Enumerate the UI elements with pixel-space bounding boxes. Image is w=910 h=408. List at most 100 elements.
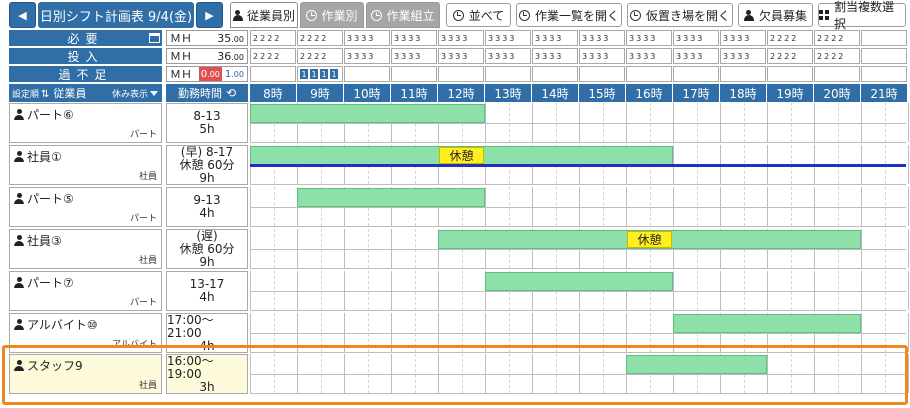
timeline-row[interactable] — [250, 187, 909, 227]
shift-time-cell[interactable]: 13-17 4h — [166, 271, 248, 311]
sort-order-toggle[interactable]: 設定順 ⇅ — [12, 87, 51, 100]
shift-time-cell[interactable]: 16:00～19:00 3h — [166, 354, 248, 394]
shift-time-cell[interactable]: 8-13 5h — [166, 103, 248, 143]
break-block[interactable]: 休憩 — [439, 147, 484, 164]
employee-cell[interactable]: パート⑤ パート — [9, 187, 162, 227]
count-value: 3 — [361, 51, 367, 61]
diff-cell — [391, 66, 437, 82]
diff-cell — [532, 66, 578, 82]
shift-bar[interactable] — [297, 188, 485, 207]
timeline-row[interactable] — [250, 271, 909, 311]
count-value: 2 — [274, 51, 280, 61]
count-value: 2 — [770, 51, 776, 61]
count-value: 2 — [267, 51, 273, 61]
sort-icon: ⇅ — [41, 88, 50, 100]
employee-cell[interactable]: 社員① 社員 — [9, 145, 162, 185]
employee-cell[interactable]: 社員③ 社員 — [9, 229, 162, 269]
count-value: 2 — [824, 51, 830, 61]
grid-line — [908, 313, 909, 352]
break-display-toggle[interactable]: 休み表示 — [112, 87, 158, 100]
shift-time-cell[interactable]: 9-13 4h — [166, 187, 248, 227]
required-cell: 3333 — [626, 30, 672, 46]
clock-icon — [452, 9, 464, 21]
vacancy-recruit-button[interactable]: 欠員募集 — [738, 3, 813, 27]
count-value: 3 — [582, 51, 588, 61]
triangle-left-icon: ◀ — [18, 8, 27, 22]
multi-assign-select-button[interactable]: 割当複数選択 — [818, 0, 906, 31]
hour-header: 8時 — [250, 84, 297, 102]
open-task-list-button[interactable]: 作業一覧を開く — [516, 3, 622, 27]
timeline-row[interactable]: 休憩 — [250, 145, 909, 185]
shift-bar[interactable] — [250, 104, 485, 123]
count-value: 3 — [448, 33, 454, 43]
shift-bar[interactable] — [673, 314, 861, 333]
required-cell — [861, 30, 907, 46]
hour-header: 15時 — [579, 84, 626, 102]
triangle-right-icon: ▶ — [205, 8, 214, 22]
grid-line — [908, 145, 909, 184]
chevron-down-icon — [150, 90, 158, 96]
count-value: 3 — [509, 33, 515, 43]
input-cell: 2222 — [297, 48, 343, 64]
surplus-value: 1.00 — [224, 68, 244, 80]
count-value: 3 — [650, 51, 656, 61]
open-staging-area-button[interactable]: 仮置き場を開く — [627, 3, 733, 27]
grid-line — [908, 354, 909, 393]
refresh-icon[interactable]: ⟲ — [226, 86, 236, 100]
shift-time-text: 休憩 60分 — [179, 241, 235, 256]
count-value: 3 — [542, 33, 548, 43]
shift-bar[interactable] — [626, 355, 767, 374]
grid-icon — [819, 10, 829, 20]
arrange-button[interactable]: 並べて — [446, 3, 511, 27]
count-value: 2 — [267, 33, 273, 43]
break-block[interactable]: 休憩 — [627, 231, 672, 248]
count-value: 2 — [770, 33, 776, 43]
shift-time-cell[interactable]: (遅) 休憩 60分 9h — [166, 229, 248, 269]
count-value: 3 — [354, 51, 360, 61]
prev-day-button[interactable]: ◀ — [9, 2, 36, 28]
input-cell: 3333 — [344, 48, 390, 64]
employee-cell[interactable]: パート⑦ パート — [9, 271, 162, 311]
count-value: 2 — [314, 51, 320, 61]
timeline-row[interactable] — [250, 354, 909, 394]
tab-task-assembly[interactable]: 作業組立 — [366, 2, 440, 28]
tab-by-employee[interactable]: 従業員別 — [230, 2, 298, 28]
count-value: 3 — [549, 51, 555, 61]
timeline-row[interactable]: 休憩 — [250, 229, 909, 269]
count-value: 2 — [838, 33, 844, 43]
input-cell: 3333 — [391, 48, 437, 64]
count-value: 3 — [408, 33, 414, 43]
tab-by-task[interactable]: 作業別 — [300, 2, 364, 28]
calendar-icon[interactable] — [149, 33, 160, 43]
count-value: 3 — [401, 33, 407, 43]
count-value: 3 — [636, 51, 642, 61]
required-cell: 2222 — [814, 30, 860, 46]
shift-time-cell[interactable]: (早) 8-17 休憩 60分 9h — [166, 145, 248, 185]
diff-cell — [438, 66, 484, 82]
shift-time-text: 17:00～21:00 — [167, 312, 214, 340]
count-value: 3 — [603, 51, 609, 61]
person-icon — [14, 193, 24, 204]
diff-label: 過不足 — [9, 66, 162, 82]
count-value: 3 — [415, 51, 421, 61]
shift-time-cell[interactable]: 17:00～21:00 4h — [166, 313, 248, 353]
timeline-row[interactable] — [250, 313, 909, 353]
next-day-button[interactable]: ▶ — [196, 2, 223, 28]
count-value: 3 — [542, 51, 548, 61]
count-value: 2 — [253, 51, 259, 61]
count-value: 3 — [361, 33, 367, 43]
input-cell: 3333 — [485, 48, 531, 64]
employee-cell[interactable]: アルバイト⑩ アルバイト — [9, 313, 162, 353]
employee-cell[interactable]: スタッフ9 社員 — [9, 354, 162, 394]
timeline-row[interactable] — [250, 103, 909, 143]
count-value: 2 — [784, 33, 790, 43]
person-icon — [14, 360, 24, 371]
shift-time-text: 9h — [199, 254, 215, 269]
shift-bar[interactable] — [485, 272, 673, 291]
employee-role: パート — [129, 130, 157, 140]
grid-line — [250, 207, 906, 208]
shortage-badge: 0.00 — [198, 67, 222, 81]
hour-header: 17時 — [673, 84, 720, 102]
employee-cell[interactable]: パート⑥ パート — [9, 103, 162, 143]
count-value: 3 — [683, 51, 689, 61]
